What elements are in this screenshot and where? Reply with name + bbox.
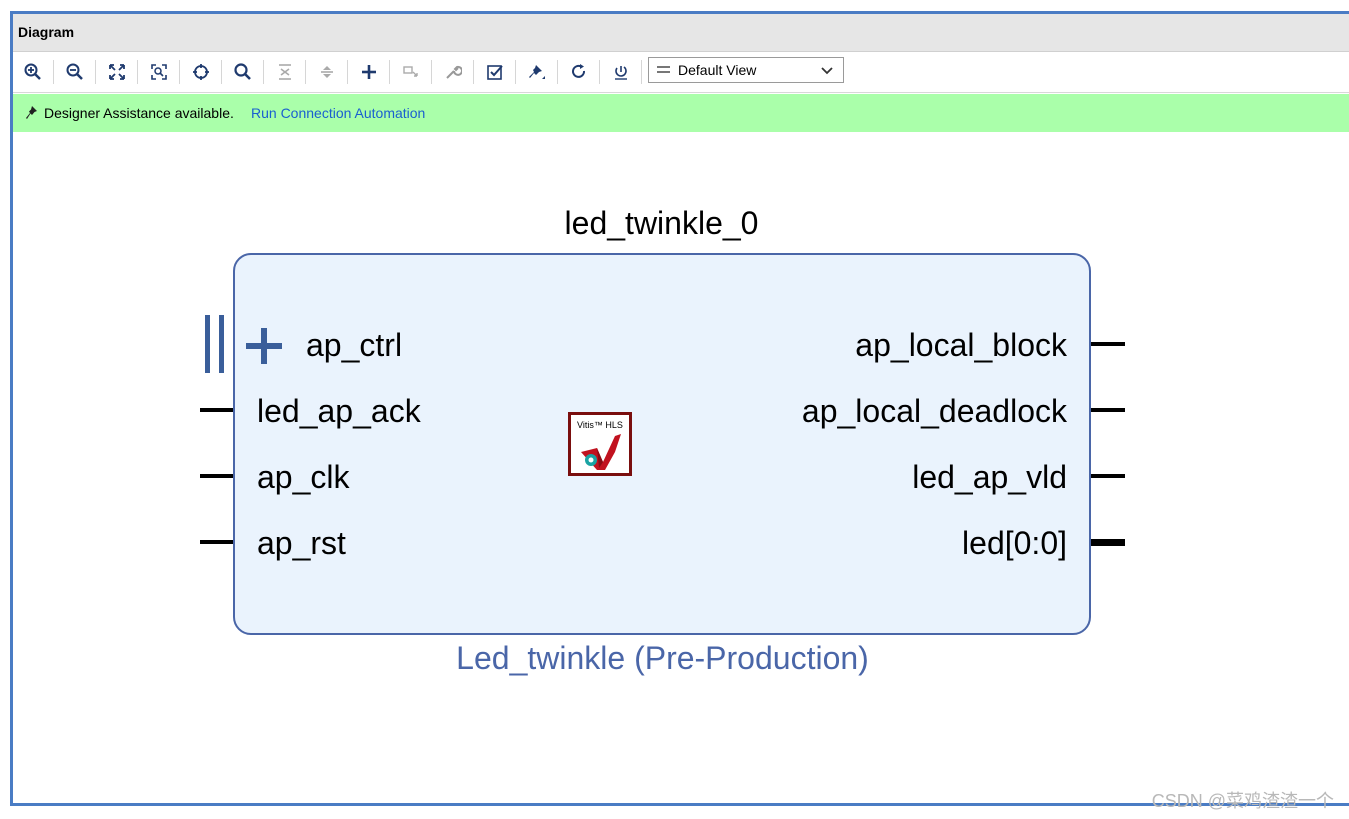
expand-button[interactable] xyxy=(314,60,340,84)
view-select-value: Default View xyxy=(678,62,757,78)
ap-ctrl-bus-bar-right[interactable] xyxy=(219,315,224,373)
diagram-toolbar: Default View xyxy=(13,52,1349,93)
search-button[interactable] xyxy=(230,60,256,84)
regenerate-layout-icon xyxy=(615,66,627,80)
expand-icon xyxy=(321,66,333,78)
zoom-in-button[interactable] xyxy=(20,60,46,84)
chevron-down-icon xyxy=(821,67,833,75)
pin-ap-local-deadlock[interactable] xyxy=(1091,408,1125,412)
port-ap-clk: ap_clk xyxy=(257,459,350,495)
center-icon xyxy=(193,64,209,80)
vitis-logo-icon xyxy=(581,434,621,470)
assistance-pin-icon xyxy=(26,106,37,119)
pin-led-ap-ack[interactable] xyxy=(200,408,233,412)
ip-block-type-label: Led_twinkle (Pre-Production) xyxy=(456,640,869,676)
pin-led-ap-vld[interactable] xyxy=(1091,474,1125,478)
watermark: CSDN @菜鸡渣渣一个 xyxy=(1151,791,1334,811)
run-connection-automation-link[interactable]: Run Connection Automation xyxy=(251,105,425,121)
zoom-fit-icon xyxy=(109,64,125,80)
add-ip-icon xyxy=(362,65,376,79)
pin-button[interactable] xyxy=(524,60,550,84)
logo-text: Vitis™ HLS xyxy=(577,420,623,430)
add-module-button[interactable] xyxy=(398,60,424,84)
panel-title: Diagram xyxy=(18,24,75,40)
port-ap-local-deadlock: ap_local_deadlock xyxy=(801,393,1067,429)
zoom-fit-button[interactable] xyxy=(104,60,130,84)
expand-interface-icon[interactable] xyxy=(245,327,283,365)
zoom-out-icon xyxy=(66,63,83,80)
view-list-icon xyxy=(657,66,670,76)
pin-ap-local-block[interactable] xyxy=(1091,342,1125,346)
search-icon xyxy=(234,63,251,80)
port-led: led[0:0] xyxy=(962,525,1067,561)
pin-ap-clk[interactable] xyxy=(200,474,233,478)
collapse-icon xyxy=(279,64,291,80)
port-ap-ctrl: ap_ctrl xyxy=(306,327,403,363)
zoom-out-button[interactable] xyxy=(62,60,88,84)
port-ap-local-block: ap_local_block xyxy=(855,327,1067,363)
port-led-ap-ack: led_ap_ack xyxy=(257,393,421,429)
block-instance-name: led_twinkle_0 xyxy=(564,205,759,241)
view-select[interactable]: Default View xyxy=(648,57,844,83)
center-button[interactable] xyxy=(188,60,214,84)
refresh-icon xyxy=(572,64,585,78)
ap-ctrl-bus-bar-left[interactable] xyxy=(205,315,210,373)
regenerate-layout-button[interactable] xyxy=(608,60,634,84)
designer-assistance-bar: Designer Assistance available. Run Conne… xyxy=(13,94,1349,132)
zoom-in-icon xyxy=(24,63,41,80)
vitis-hls-logo: Vitis™ HLS xyxy=(568,412,632,476)
zoom-area-button[interactable] xyxy=(146,60,172,84)
diagram-title-bar: Diagram xyxy=(13,14,1349,52)
collapse-button[interactable] xyxy=(272,60,298,84)
properties-button[interactable] xyxy=(440,60,466,84)
zoom-area-icon xyxy=(151,64,167,80)
validate-button[interactable] xyxy=(482,60,508,84)
port-led-ap-vld: led_ap_vld xyxy=(912,459,1067,495)
ip-block[interactable] xyxy=(233,253,1091,635)
pin-led[interactable] xyxy=(1091,539,1125,546)
validate-icon xyxy=(487,65,503,80)
refresh-button[interactable] xyxy=(566,60,592,84)
port-ap-rst: ap_rst xyxy=(257,525,346,561)
assistance-message: Designer Assistance available. xyxy=(44,105,234,121)
add-ip-button[interactable] xyxy=(356,60,382,84)
pin-ap-rst[interactable] xyxy=(200,540,233,544)
add-module-icon xyxy=(403,66,418,77)
pin-icon xyxy=(529,65,545,79)
wrench-icon xyxy=(446,65,462,79)
